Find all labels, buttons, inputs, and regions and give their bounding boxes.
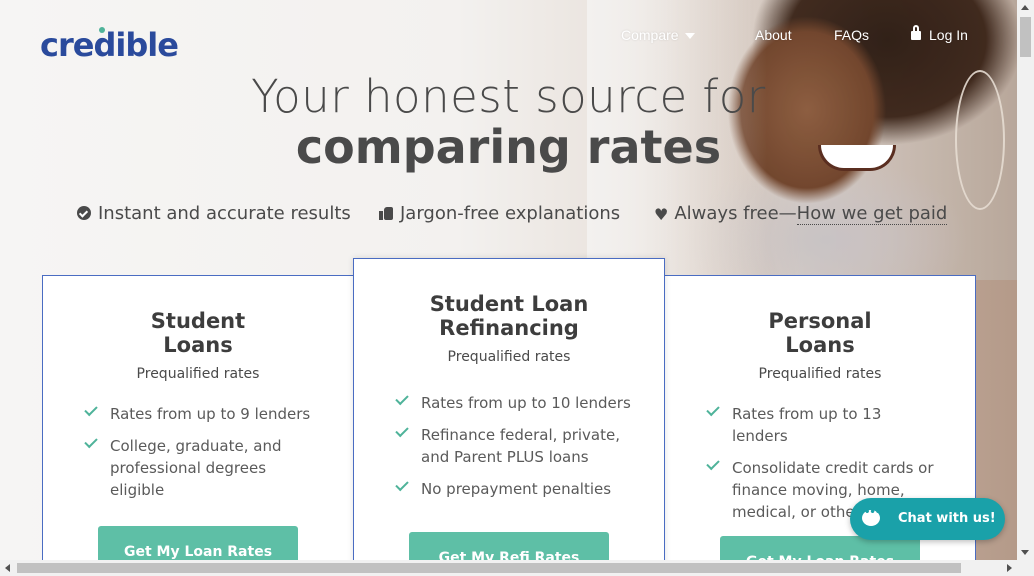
card-student-refinancing: Student Loan Refinancing Prequalified ra… [353, 258, 665, 572]
check-circle-icon [77, 206, 91, 220]
check-icon [706, 456, 720, 471]
nav-faqs[interactable]: FAQs [834, 27, 869, 43]
list-item-label: Rates from up to 10 lenders [421, 394, 631, 412]
chevron-down-icon [684, 33, 695, 40]
list-item: Rates from up to 13 lenders [705, 402, 940, 447]
how-we-get-paid-link[interactable]: How we get paid [796, 203, 948, 225]
list-item-label: College, graduate, and professional degr… [110, 437, 282, 499]
list-item-label: Rates from up to 13 lenders [732, 405, 882, 445]
feature-free: ♥ Always free—How we get paid [654, 203, 948, 225]
card-refi-title-line1: Student Loan [429, 292, 589, 316]
nav-about[interactable]: About [755, 27, 792, 43]
scroll-up-icon[interactable] [1021, 5, 1029, 10]
thumbs-up-icon [379, 206, 393, 220]
chat-label: Chat with us! [898, 511, 996, 526]
scroll-left-icon[interactable] [5, 564, 10, 572]
scroll-down-icon[interactable] [1021, 550, 1029, 555]
check-icon [395, 477, 409, 492]
check-icon [395, 391, 409, 406]
feature-jargon: Jargon-free explanations [379, 203, 620, 224]
list-item: College, graduate, and professional degr… [83, 434, 313, 501]
card-student-list: Rates from up to 9 lenders College, grad… [83, 402, 313, 511]
list-item-label: Rates from up to 9 lenders [110, 405, 311, 423]
list-item-label: No prepayment penalties [421, 480, 612, 498]
list-item: No prepayment penalties [394, 477, 634, 500]
card-student-subtitle: Prequalified rates [136, 366, 260, 382]
feature-instant-label: Instant and accurate results [98, 203, 351, 224]
scroll-right-icon[interactable] [1007, 564, 1012, 572]
check-icon [84, 402, 98, 417]
check-icon [706, 402, 720, 417]
check-icon [395, 423, 409, 438]
check-icon [84, 434, 98, 449]
feature-jargon-label: Jargon-free explanations [400, 203, 621, 224]
list-item: Refinance federal, private, and Parent P… [394, 423, 634, 468]
hero-headline-line1: Your honest source for [251, 70, 766, 123]
card-refi-list: Rates from up to 10 lenders Refinance fe… [394, 391, 634, 510]
vertical-scrollbar[interactable] [1017, 0, 1034, 560]
nav-login[interactable]: Log In [911, 25, 968, 43]
card-student-loans: Student Loans Prequalified rates Rates f… [42, 275, 354, 575]
card-personal-title-line2: Loans [785, 333, 855, 357]
chat-bubble-icon [862, 507, 880, 526]
card-student-title-line2: Loans [163, 333, 233, 357]
hero-headline-line2: comparing rates [295, 120, 722, 174]
horizontal-scroll-thumb[interactable] [17, 563, 961, 573]
list-item-label: Refinance federal, private, and Parent P… [421, 426, 620, 466]
list-item: Rates from up to 10 lenders [394, 391, 634, 414]
vertical-scroll-thumb[interactable] [1020, 17, 1031, 57]
heart-icon: ♥ [654, 205, 669, 224]
feature-free-label: Always free— [674, 203, 797, 224]
card-student-title-line1: Student [150, 309, 246, 333]
nav-compare[interactable]: Compare [621, 27, 695, 43]
nav-login-label: Log In [929, 27, 968, 43]
nav-compare-label: Compare [621, 27, 679, 43]
card-personal-title-line1: Personal [768, 309, 872, 333]
card-refi-title-line2: Refinancing [439, 316, 579, 340]
list-item: Rates from up to 9 lenders [83, 402, 313, 425]
lock-icon [911, 25, 921, 40]
chat-button[interactable]: Chat with us! [850, 498, 1005, 540]
card-personal-subtitle: Prequalified rates [758, 366, 882, 382]
feature-instant: Instant and accurate results [77, 203, 351, 224]
top-nav: Compare About FAQs Log In [0, 25, 1017, 47]
card-refi-subtitle: Prequalified rates [447, 349, 571, 365]
horizontal-scrollbar[interactable] [0, 560, 1034, 576]
